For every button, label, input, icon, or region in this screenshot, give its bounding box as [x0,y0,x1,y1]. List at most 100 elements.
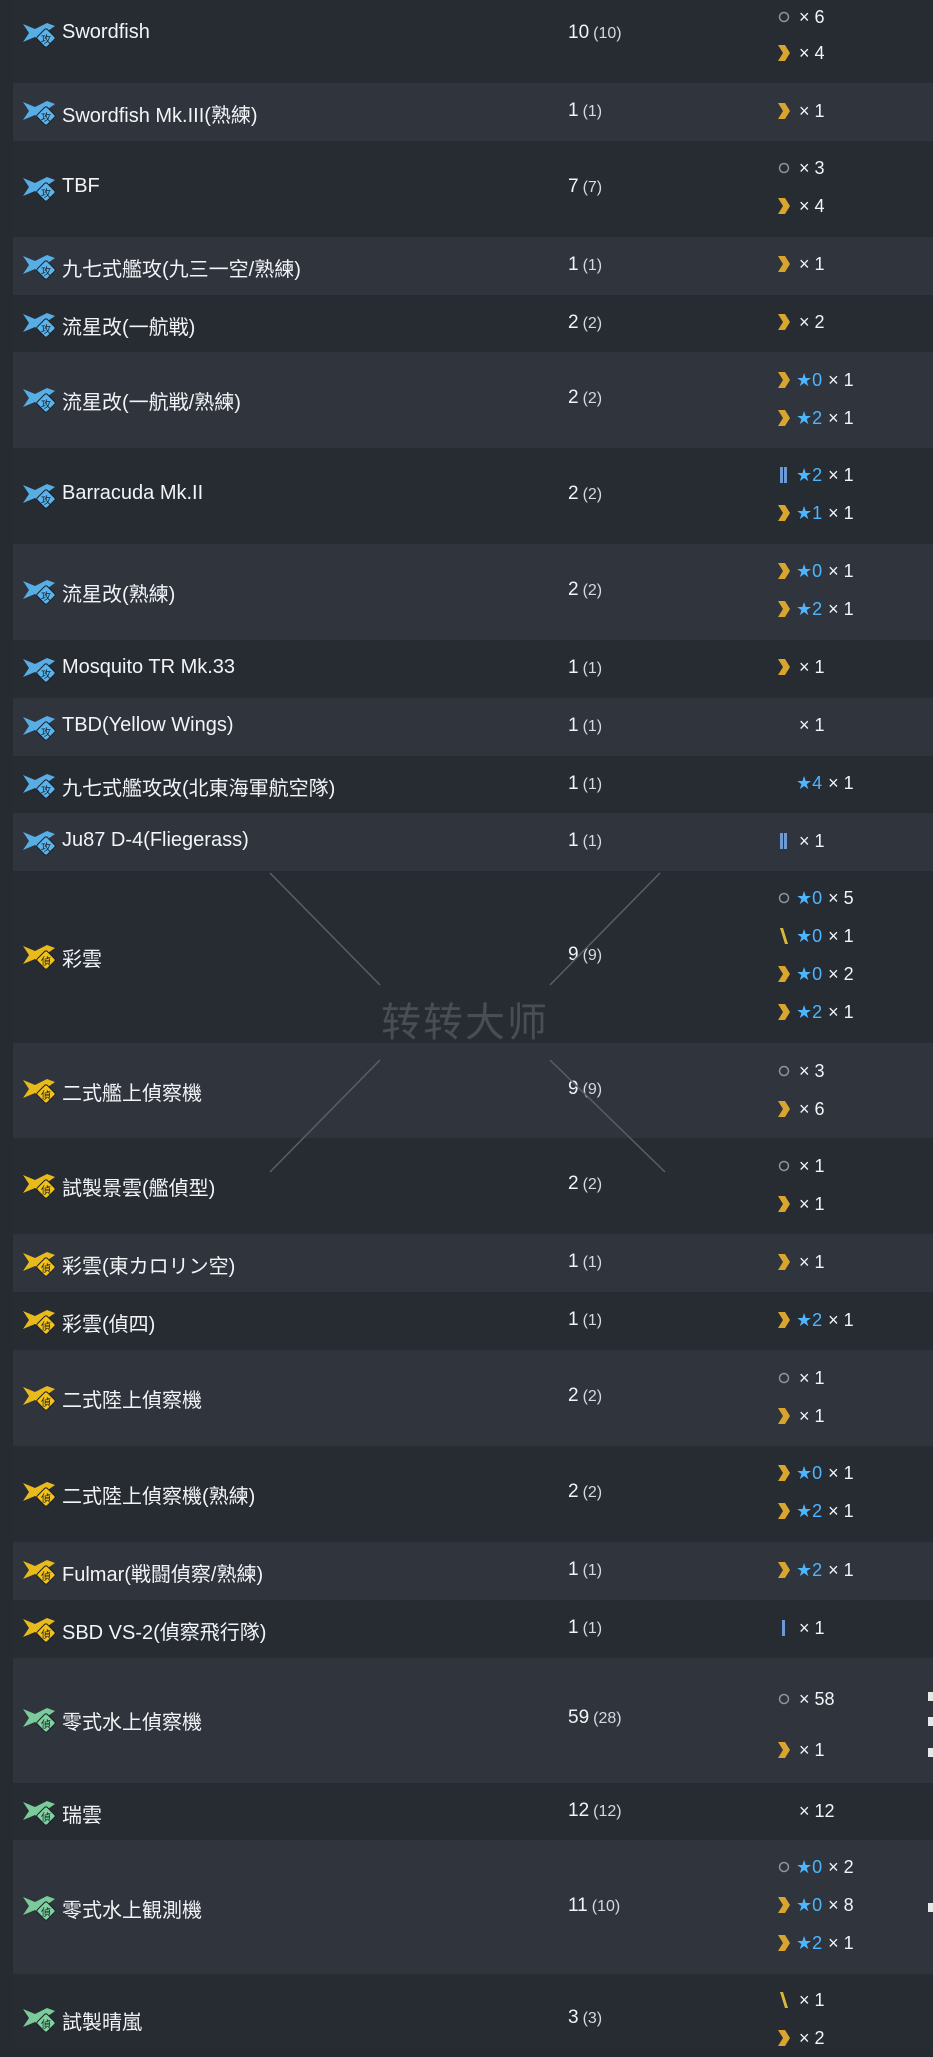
blank-icon [775,713,793,737]
equipment-name[interactable]: TBD(Yellow Wings) [62,714,234,737]
equipment-name[interactable]: 瑞雲 [62,1799,102,1828]
svg-text:攻: 攻 [41,590,51,603]
star-value: 0 [812,1894,823,1915]
proficiency-entry: ★2 × 1 [775,1551,925,1589]
proficiency-multiplier: × 1 [799,830,825,851]
count-total: 2 [568,1173,579,1194]
equipment-name[interactable]: TBF [62,175,100,198]
count-unlocked: (2) [582,1484,603,1501]
slash-icon [775,924,793,948]
equipment-name[interactable]: 試製晴嵐 [62,2006,142,2035]
equipment-name[interactable]: 流星改(一航戦/熟練) [62,386,241,415]
proficiency-multiplier: × 3 [799,1060,825,1081]
equipment-name[interactable]: 彩雲(偵四) [62,1308,155,1337]
equipment-count: 9 (9) [568,944,602,966]
torpedo-bomber-icon: 攻 [21,250,57,280]
equipment-name[interactable]: SBD VS-2(偵察飛行隊) [62,1616,266,1645]
proficiency-multiplier: × 1 [799,1193,825,1214]
proficiency-entry: ★2 × 1 [775,590,925,628]
blank-icon [775,1799,793,1823]
count-total: 9 [568,1078,579,1099]
proficiency-entry: ★0 × 1 [775,552,925,590]
circle-icon [775,1687,793,1711]
proficiency-multiplier: × 1 [799,1405,825,1426]
chevron-icon [775,1499,793,1523]
equipment-name[interactable]: 二式艦上偵察機 [62,1077,202,1106]
equipment-name[interactable]: Mosquito TR Mk.33 [62,656,235,679]
chevron-icon [775,310,793,334]
table-row: 偵 彩雲(偵四) 1 (1) ★2 × 1 [13,1292,933,1350]
star-level: ★2 [796,1001,823,1022]
proficiency-entry: × 1 [775,1981,925,2019]
star-level: ★0 [796,560,823,581]
svg-text:攻: 攻 [41,323,51,336]
torpedo-bomber-icon: 攻 [21,575,57,605]
equipment-name[interactable]: 彩雲 [62,943,102,972]
table-row: 偵 零式水上偵察機 59 (28) × 58 × 1 [13,1658,933,1783]
count-total: 1 [568,773,579,794]
equipment-name[interactable]: Ju87 D-4(Fliegerass) [62,829,249,852]
equipment-name[interactable]: Swordfish [62,21,150,44]
torpedo-bomber-icon: 攻 [21,383,57,413]
star-value: 4 [812,772,823,793]
count-total: 12 [568,1800,590,1821]
equipment-count: 1 (1) [568,715,602,737]
count-total: 1 [568,715,579,736]
svg-text:偵: 偵 [41,1628,51,1641]
chevron-icon [775,1931,793,1955]
chevron-icon [775,1308,793,1332]
chevron-icon [775,1192,793,1216]
table-row: 攻 流星改(一航戦/熟練) 2 (2) ★0 × 1 ★2 × 1 [13,352,933,448]
slash-icon [775,1988,793,2012]
proficiency-multiplier: × 1 [799,1367,825,1388]
proficiency-entry: ★0 × 1 [775,361,925,399]
proficiency-entry: × 1 [775,1359,925,1397]
proficiency-multiplier: × 1 [828,1309,854,1330]
proficiency-entry: × 4 [775,187,925,225]
star-value: 0 [812,887,823,908]
count-total: 10 [568,22,590,43]
equipment-name[interactable]: 流星改(熟練) [62,578,175,607]
equipment-name[interactable]: 彩雲(東カロリン空) [62,1250,235,1279]
table-row: 攻 Barracuda Mk.II 2 (2) ★2 × 1 ★1 × 1 [13,448,933,544]
count-total: 7 [568,176,579,197]
count-total: 1 [568,1617,579,1638]
count-total: 2 [568,312,579,333]
table-row: 攻 九七式艦攻改(北東海軍航空隊) 1 (1) ★4 × 1 [13,756,933,813]
svg-text:偵: 偵 [41,1811,51,1824]
svg-text:偵: 偵 [41,1184,51,1197]
count-unlocked: (1) [582,1312,603,1329]
equipment-name[interactable]: 九七式艦攻(九三一空/熟練) [62,253,301,282]
equipment-name[interactable]: 二式陸上偵察機(熟練) [62,1480,255,1509]
equipment-name[interactable]: 二式陸上偵察機 [62,1384,202,1413]
torpedo-bomber-icon: 攻 [21,172,57,202]
count-unlocked: (1) [582,1562,603,1579]
proficiency-entry: ★2 × 1 [775,1301,925,1339]
count-unlocked: (1) [582,1620,603,1637]
proficiency-entry: × 6 [775,0,925,36]
table-row: 攻 九七式艦攻(九三一空/熟練) 1 (1) × 1 [13,237,933,295]
svg-text:偵: 偵 [41,1718,51,1731]
equipment-count: 11 (10) [568,1895,620,1917]
proficiency-entry: × 1 [775,1731,925,1769]
equipment-name[interactable]: 流星改(一航戦) [62,311,195,340]
torpedo-bomber-icon: 攻 [21,653,57,683]
table-row: 攻 Ju87 D-4(Fliegerass) 1 (1) × 1 [13,813,933,871]
star-level: ★0 [796,925,823,946]
equipment-name[interactable]: Swordfish Mk.III(熟練) [62,99,258,128]
count-unlocked: (2) [582,582,603,599]
star-level: ★2 [796,598,823,619]
equipment-name[interactable]: Fulmar(戦闘偵察/熟練) [62,1558,263,1587]
equipment-name[interactable]: 試製景雲(艦偵型) [62,1172,215,1201]
equipment-name[interactable]: 零式水上偵察機 [62,1706,202,1735]
equipment-name[interactable]: 九七式艦攻改(北東海軍航空隊) [62,772,335,801]
count-total: 2 [568,1481,579,1502]
equipment-count: 10 (10) [568,22,622,44]
chevron-icon [775,1461,793,1485]
equipment-name[interactable]: 零式水上観測機 [62,1894,202,1923]
equipment-name[interactable]: Barracuda Mk.II [62,482,203,505]
star-level: ★2 [796,1309,823,1330]
proficiency-entry: × 3 [775,1052,925,1090]
chevron-icon [775,597,793,621]
table-row: 攻 流星改(一航戦) 2 (2) × 2 [13,295,933,352]
